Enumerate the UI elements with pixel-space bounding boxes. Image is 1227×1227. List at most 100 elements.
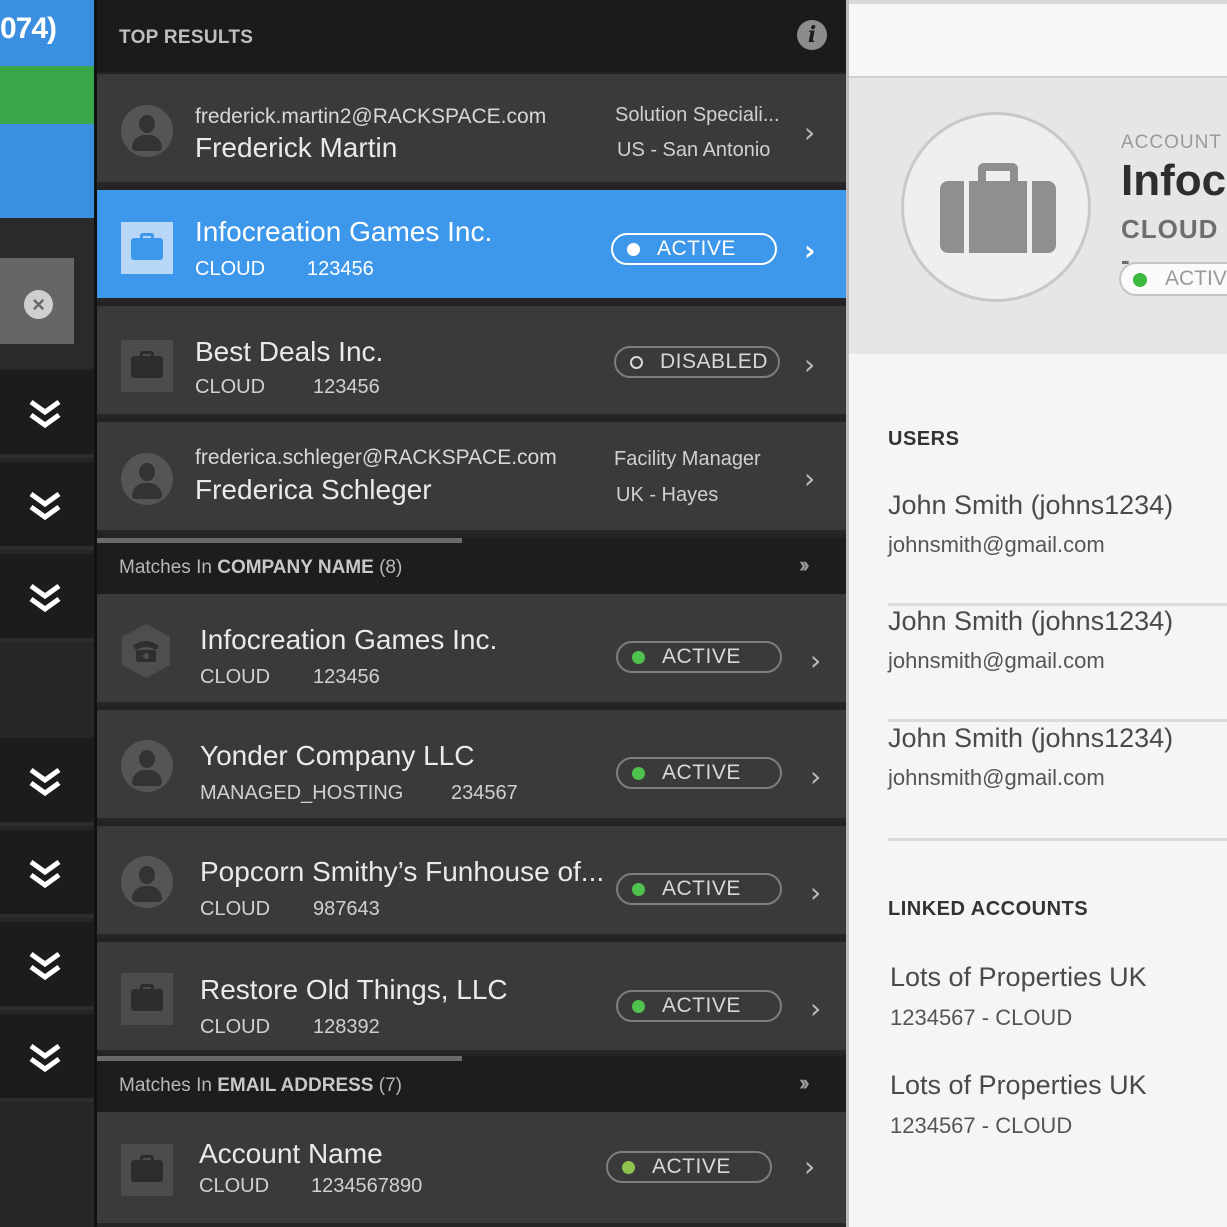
result-row-user[interactable]: frederica.schleger@RACKSPACE.com Frederi… <box>97 422 846 534</box>
result-row-user[interactable]: frederick.martin2@RACKSPACE.com Frederic… <box>97 74 846 186</box>
user-list-item[interactable]: John Smith (johns1234) johnsmith@gmail.c… <box>888 723 1227 841</box>
status-dot <box>627 243 640 256</box>
chevron-right-icon[interactable]: › <box>804 348 815 381</box>
account-name: Infocreation Games Inc. <box>200 624 498 655</box>
rail-expand-button[interactable] <box>0 738 94 826</box>
result-row-account[interactable]: Best Deals Inc. CLOUD 123456 DISABLED › <box>97 306 846 418</box>
double-chevron-down-icon <box>29 859 61 889</box>
account-type: CLOUD <box>195 258 266 280</box>
expand-section-icon[interactable]: ›› <box>799 552 809 578</box>
double-chevron-down-icon <box>29 399 61 429</box>
linked-accounts-heading: LINKED ACCOUNTS <box>888 898 1089 920</box>
detail-toolbar <box>849 4 1227 76</box>
account-type: CLOUD <box>195 376 266 398</box>
user-email: johnsmith@gmail.com <box>888 648 1105 673</box>
expand-section-icon[interactable]: ›› <box>799 1070 809 1096</box>
status-badge: DISABLED <box>614 346 780 378</box>
rail-expand-button[interactable] <box>0 462 94 550</box>
chevron-right-icon[interactable]: › <box>810 760 821 793</box>
briefcase-icon <box>901 112 1091 302</box>
account-number: 987643 <box>313 898 380 920</box>
top-results-title: TOP RESULTS <box>119 27 254 48</box>
linked-account-item[interactable]: Lots of Properties UK 1234567 - CLOUD <box>890 962 1147 1031</box>
account-type: CLOUD <box>199 1175 270 1197</box>
user-email: johnsmith@gmail.com <box>888 532 1105 557</box>
status-dot <box>632 1000 645 1013</box>
user-email: frederica.schleger@RACKSPACE.com <box>195 446 557 469</box>
account-number: 128392 <box>313 1016 380 1038</box>
user-icon <box>121 453 173 505</box>
rail-expand-button[interactable] <box>0 370 94 458</box>
result-row-account[interactable]: Restore Old Things, LLC CLOUD 128392 ACT… <box>97 942 846 1054</box>
user-name: John Smith (johns1234) <box>888 490 1174 520</box>
status-dot <box>1133 273 1147 287</box>
account-number: 123456 <box>307 258 374 280</box>
rail-expand-button[interactable] <box>0 554 94 642</box>
account-name: Account Name <box>199 1138 383 1169</box>
result-row-account[interactable]: Popcorn Smithy’s Funhouse of... CLOUD 98… <box>97 826 846 938</box>
account-hero: ACCOUNT Infoc CLOUD - ACTIV <box>849 76 1227 354</box>
linked-account-name: Lots of Properties UK <box>890 962 1147 992</box>
scroll-indicator <box>97 538 462 543</box>
status-label: ACTIVE <box>662 877 741 900</box>
user-icon <box>121 740 173 792</box>
chevron-right-icon[interactable]: › <box>810 876 821 909</box>
status-badge: ACTIV <box>1119 262 1227 296</box>
close-circle-icon[interactable]: × <box>24 290 53 319</box>
rail-expand-button[interactable] <box>0 830 94 918</box>
user-email: johnsmith@gmail.com <box>888 765 1105 790</box>
chevron-right-icon[interactable]: › <box>804 116 815 149</box>
chevron-right-icon[interactable]: › <box>804 462 815 495</box>
scroll-indicator <box>97 1056 462 1061</box>
rail-expand-button[interactable] <box>0 922 94 1010</box>
user-name: John Smith (johns1234) <box>888 723 1174 753</box>
result-row-account-selected[interactable]: Infocreation Games Inc. CLOUD 123456 ACT… <box>97 190 846 302</box>
account-name: Yonder Company LLC <box>200 740 475 771</box>
briefcase-icon <box>121 222 173 274</box>
account-title: Infoc <box>1121 156 1227 205</box>
account-label: ACCOUNT <box>1121 132 1222 153</box>
user-icon <box>121 105 173 157</box>
user-list-item[interactable]: John Smith (johns1234) johnsmith@gmail.c… <box>888 490 1227 606</box>
linked-account-sub: 1234567 - CLOUD <box>890 1005 1073 1030</box>
account-number: 234567 <box>451 782 518 804</box>
user-name: John Smith (johns1234) <box>888 606 1174 636</box>
briefcase-icon <box>121 340 173 392</box>
linked-account-name: Lots of Properties UK <box>890 1070 1147 1100</box>
account-name: Best Deals Inc. <box>195 336 384 367</box>
status-badge: ACTIVE <box>616 990 782 1022</box>
double-chevron-down-icon <box>29 491 61 521</box>
user-list-item[interactable]: John Smith (johns1234) johnsmith@gmail.c… <box>888 606 1227 722</box>
account-detail-panel: ACCOUNT Infoc CLOUD - ACTIV USERS John S… <box>846 0 1227 1227</box>
section-label: Matches In COMPANY NAME (8) <box>119 557 403 578</box>
result-row-account[interactable]: Yonder Company LLC MANAGED_HOSTING 23456… <box>97 710 846 822</box>
chevron-right-icon[interactable]: › <box>804 1150 815 1183</box>
account-number: 1234567890 <box>311 1175 423 1197</box>
linked-account-item[interactable]: Lots of Properties UK 1234567 - CLOUD <box>890 1070 1147 1139</box>
linked-account-sub: 1234567 - CLOUD <box>890 1113 1073 1138</box>
user-role: Facility Manager <box>614 448 761 470</box>
account-number: 123456 <box>313 376 380 398</box>
user-role: Solution Speciali... <box>615 104 780 126</box>
chevron-right-icon[interactable]: › <box>804 234 816 267</box>
rail-green-item[interactable] <box>0 66 94 124</box>
double-chevron-down-icon <box>29 951 61 981</box>
info-icon[interactable]: i <box>797 20 827 50</box>
chevron-right-icon[interactable]: › <box>810 644 821 677</box>
status-dot <box>632 651 645 664</box>
result-row-account[interactable]: Infocreation Games Inc. CLOUD 123456 ACT… <box>97 594 846 706</box>
user-email: frederick.martin2@RACKSPACE.com <box>195 105 547 128</box>
user-icon <box>121 856 173 908</box>
user-name: Frederick Martin <box>195 132 398 163</box>
left-rail: 074) × <box>0 0 94 1227</box>
account-number: 123456 <box>313 666 380 688</box>
result-row-account[interactable]: Account Name CLOUD 1234567890 ACTIVE › <box>97 1112 846 1227</box>
account-type: CLOUD <box>200 1016 271 1038</box>
briefcase-icon <box>121 973 173 1025</box>
account-name: Restore Old Things, LLC <box>200 974 508 1005</box>
chevron-right-icon[interactable]: › <box>810 992 821 1025</box>
user-location: UK - Hayes <box>616 484 719 506</box>
top-results-header: TOP RESULTS i <box>97 0 846 72</box>
briefcase-icon <box>121 1144 173 1196</box>
rail-expand-button[interactable] <box>0 1014 94 1102</box>
